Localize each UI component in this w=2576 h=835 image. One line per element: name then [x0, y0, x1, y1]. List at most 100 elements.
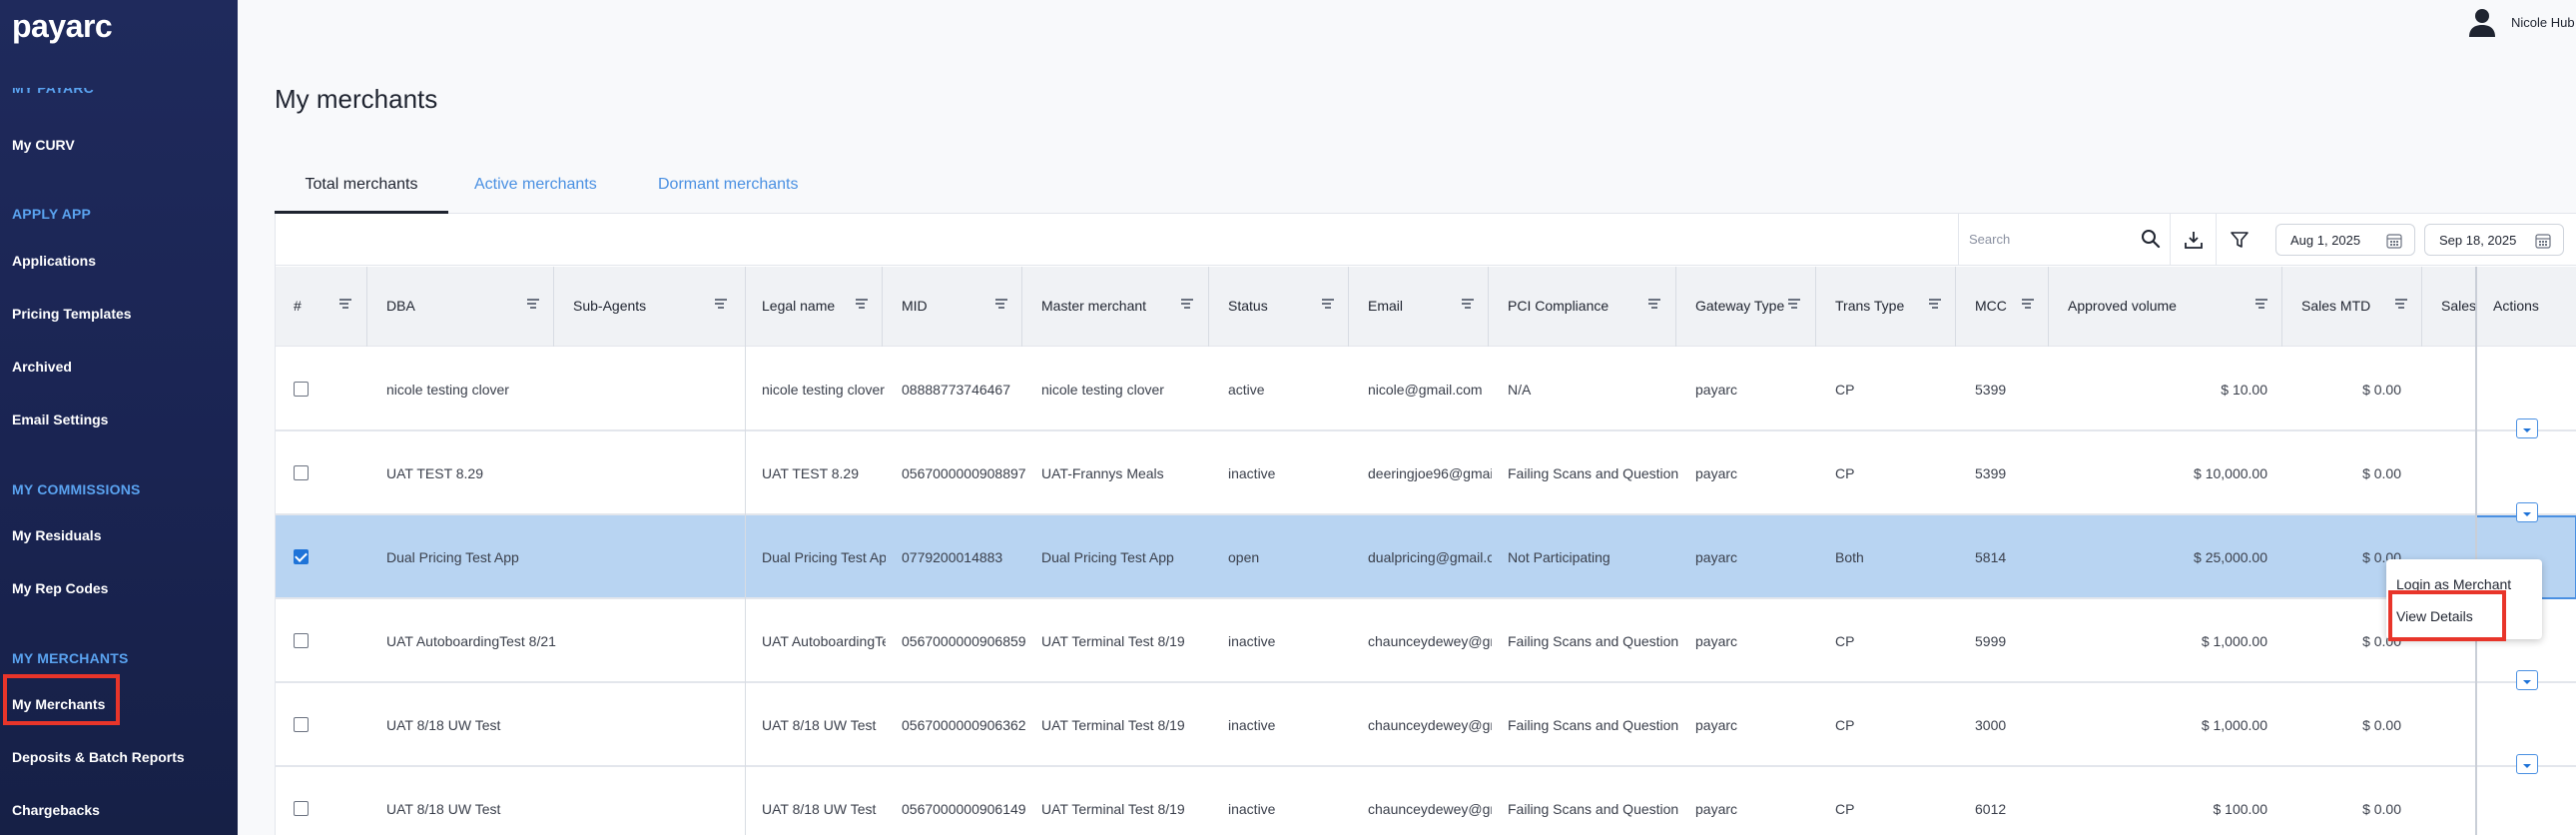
- column-header-master-merchant[interactable]: Master merchant: [1041, 267, 1171, 347]
- cell-sub-agents: [573, 431, 753, 515]
- column-header-status[interactable]: Status: [1228, 267, 1308, 347]
- cell-approved-volume: $ 1,000.00: [2201, 717, 2267, 733]
- payarc-logo[interactable]: payarc: [12, 8, 113, 45]
- chevron-down-icon: [2523, 763, 2531, 768]
- date-to-picker[interactable]: Sep 18, 2025: [2424, 224, 2564, 256]
- sidebar-item-my-curv[interactable]: My CURV: [12, 137, 75, 153]
- row-checkbox[interactable]: [294, 633, 309, 648]
- sidebar-item-applications[interactable]: Applications: [12, 253, 96, 269]
- column-header-pci-compliance[interactable]: PCI Compliance: [1508, 267, 1637, 347]
- column-header-approved-volume[interactable]: Approved volume: [2068, 267, 2208, 347]
- filter-button[interactable]: [2216, 214, 2261, 266]
- date-from-picker[interactable]: Aug 1, 2025: [2275, 224, 2415, 256]
- table-row[interactable]: UAT 8/18 UW Test UAT 8/18 UW Test 056700…: [276, 767, 2576, 835]
- column-menu-icon[interactable]: [339, 299, 351, 311]
- row-actions-button[interactable]: [2516, 754, 2538, 774]
- column-menu-icon[interactable]: [1929, 299, 1941, 311]
- column-header-sub-agents[interactable]: Sub-Agents: [573, 267, 693, 347]
- cell-sub-agents: [573, 515, 753, 599]
- table-row[interactable]: UAT AutoboardingTest 8/21 UAT Autoboardi…: [276, 599, 2576, 683]
- cell-trans-type: CP: [1835, 717, 1855, 733]
- sidebar-item-archived[interactable]: Archived: [12, 359, 72, 375]
- column-header-mid[interactable]: MID: [902, 267, 981, 347]
- sidebar-item-my-rep-codes[interactable]: My Rep Codes: [12, 580, 108, 596]
- cell-trans-type: CP: [1835, 382, 1855, 398]
- cell-sub-agents: [573, 348, 753, 431]
- row-checkbox[interactable]: [294, 382, 309, 397]
- page-title: My merchants: [275, 84, 438, 114]
- date-from-value: Aug 1, 2025: [2290, 233, 2361, 248]
- sidebar: payarc MY PAYARC My CURV APPLY APP Appli…: [0, 0, 238, 835]
- cell-legal-name: UAT 8/18 UW Test: [762, 801, 877, 817]
- column-menu-icon[interactable]: [1462, 299, 1474, 311]
- column-divider: [553, 267, 554, 347]
- tab-total-merchants[interactable]: Total merchants: [275, 172, 448, 214]
- user-avatar-icon[interactable]: [2468, 8, 2496, 38]
- cell-email: chaunceydewey@gmail.com: [1368, 801, 1492, 817]
- cell-mid: 0567000000906362: [902, 717, 1025, 733]
- sidebar-item-deposits-batch-reports[interactable]: Deposits & Batch Reports: [12, 749, 185, 765]
- search-icon[interactable]: [2141, 229, 2161, 249]
- cell-email: deeringjoe96@gmail.com: [1368, 465, 1492, 481]
- column-menu-icon[interactable]: [1181, 299, 1193, 311]
- table-row[interactable]: nicole testing clover nicole testing clo…: [276, 348, 2576, 431]
- chevron-down-icon: [2523, 427, 2531, 432]
- column-divider: [2421, 267, 2422, 347]
- row-checkbox[interactable]: [294, 465, 309, 480]
- column-header-dba[interactable]: DBA: [386, 267, 506, 347]
- cell-master-merchant: UAT Terminal Test 8/19: [1041, 801, 1185, 817]
- sidebar-item-email-settings[interactable]: Email Settings: [12, 412, 108, 427]
- cell-approved-volume: $ 10,000.00: [2194, 465, 2267, 481]
- column-menu-icon[interactable]: [1648, 299, 1660, 311]
- column-menu-icon[interactable]: [856, 299, 868, 311]
- cell-approved-volume: $ 25,000.00: [2194, 549, 2267, 565]
- download-button[interactable]: [2170, 214, 2216, 266]
- cell-dba: UAT 8/18 UW Test: [386, 717, 501, 733]
- table-row[interactable]: UAT TEST 8.29 UAT TEST 8.29 056700000090…: [276, 431, 2576, 515]
- sidebar-item-my-residuals[interactable]: My Residuals: [12, 527, 101, 543]
- column-divider: [1021, 267, 1022, 347]
- sidebar-section-my-commissions: MY COMMISSIONS: [12, 481, 141, 497]
- column-header-gateway-type[interactable]: Gateway Type: [1695, 267, 1795, 347]
- column-header-email[interactable]: Email: [1368, 267, 1448, 347]
- column-menu-icon[interactable]: [2255, 299, 2267, 311]
- cell-mcc: 6012: [1975, 801, 2007, 817]
- tab-active-merchants[interactable]: Active merchants: [474, 172, 597, 214]
- column-header-index[interactable]: #: [294, 267, 333, 347]
- sidebar-item-chargebacks[interactable]: Chargebacks: [12, 802, 100, 818]
- column-header-sales[interactable]: Sales: [2441, 267, 2475, 347]
- user-name[interactable]: Nicole Hub: [2511, 15, 2575, 30]
- cell-approved-volume: $ 100.00: [2213, 801, 2268, 817]
- table-row[interactable]: UAT 8/18 UW Test UAT 8/18 UW Test 056700…: [276, 683, 2576, 767]
- cell-legal-name: Dual Pricing Test App: [762, 549, 886, 565]
- cell-legal-name: UAT AutoboardingTest: [762, 633, 886, 649]
- column-header-trans-type[interactable]: Trans Type: [1835, 267, 1925, 347]
- search-input[interactable]: [1969, 228, 2129, 250]
- sidebar-item-pricing-templates[interactable]: Pricing Templates: [12, 306, 132, 322]
- column-menu-icon[interactable]: [995, 299, 1007, 311]
- column-menu-icon[interactable]: [2395, 299, 2407, 311]
- column-header-sales-mtd[interactable]: Sales MTD: [2301, 267, 2391, 347]
- calendar-icon: [2386, 234, 2402, 249]
- column-menu-icon[interactable]: [527, 299, 539, 311]
- table-row-selected[interactable]: Dual Pricing Test App Dual Pricing Test …: [276, 515, 2576, 599]
- row-checkbox[interactable]: [294, 717, 309, 732]
- column-divider: [1208, 267, 1209, 347]
- column-header-mcc[interactable]: MCC: [1975, 267, 2025, 347]
- row-actions-button[interactable]: [2516, 502, 2538, 522]
- cell-gateway-type: payarc: [1695, 465, 1738, 481]
- row-checkbox[interactable]: [294, 801, 309, 816]
- row-checkbox-checked[interactable]: [294, 549, 309, 564]
- tab-dormant-merchants[interactable]: Dormant merchants: [658, 172, 799, 214]
- row-actions-button[interactable]: [2516, 418, 2538, 438]
- cell-sales-mtd: $ 0.00: [2362, 382, 2401, 398]
- column-menu-icon[interactable]: [1322, 299, 1334, 311]
- column-menu-icon[interactable]: [1788, 299, 1800, 311]
- merchant-tabs: Total merchants Active merchants Dormant…: [275, 172, 2576, 214]
- cell-dba: UAT 8/18 UW Test: [386, 801, 501, 817]
- column-menu-icon[interactable]: [715, 299, 727, 311]
- row-actions-button[interactable]: [2516, 670, 2538, 690]
- column-header-legal-name[interactable]: Legal name: [762, 267, 862, 347]
- column-menu-icon[interactable]: [2022, 299, 2034, 311]
- cell-status: inactive: [1228, 465, 1276, 481]
